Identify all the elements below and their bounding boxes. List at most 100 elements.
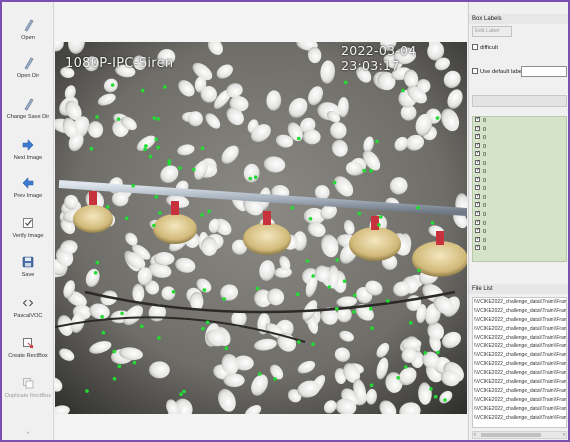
annotation-point[interactable] xyxy=(386,299,390,303)
label-visible-checkbox[interactable] xyxy=(475,218,480,226)
next-image-button[interactable]: Next Image xyxy=(2,138,54,174)
annotation-point[interactable] xyxy=(156,117,160,121)
annotation-point[interactable] xyxy=(311,342,315,347)
annotation-point[interactable] xyxy=(377,223,381,227)
annotation-point[interactable] xyxy=(171,290,176,294)
change-save-dir-button[interactable]: Change Save Dir xyxy=(2,97,54,133)
image-canvas[interactable]: 1080P-IPC-Siren 2022-03-04 23:03:17 xyxy=(55,42,467,414)
label-list-item[interactable]: 0 xyxy=(473,124,566,135)
file-list-item[interactable]: \\VCIKE2022_challenge_data\\Train\\Frame… xyxy=(473,360,566,369)
prev-image-button[interactable]: Prev Image xyxy=(2,176,54,212)
annotation-point[interactable] xyxy=(343,80,348,85)
annotation-point[interactable] xyxy=(120,311,124,316)
use-default-label-checkbox[interactable] xyxy=(472,68,478,74)
annotation-point[interactable] xyxy=(95,115,99,119)
annotation-point[interactable] xyxy=(200,146,205,151)
difficult-checkbox-row[interactable]: difficult xyxy=(472,43,498,53)
label-visible-checkbox[interactable] xyxy=(475,124,480,132)
annotation-point[interactable] xyxy=(201,326,205,331)
label-list-item[interactable]: 0 xyxy=(473,209,566,220)
annotation-point[interactable] xyxy=(430,221,435,225)
annotation-point[interactable] xyxy=(327,285,332,289)
annotation-point[interactable] xyxy=(370,326,374,331)
open-button[interactable]: Open xyxy=(2,18,54,54)
label-list-item[interactable]: 0 xyxy=(473,183,566,194)
annotation-point[interactable] xyxy=(248,176,252,181)
label-list-item[interactable]: 0 xyxy=(473,117,566,126)
label-visible-checkbox[interactable] xyxy=(475,243,480,252)
label-visible-checkbox[interactable] xyxy=(475,183,480,192)
annotation-point[interactable] xyxy=(433,394,438,399)
label-list[interactable]: 0000000000000000 xyxy=(472,116,567,262)
annotation-point[interactable] xyxy=(408,321,413,325)
annotation-point[interactable] xyxy=(116,117,121,121)
annotation-point[interactable] xyxy=(101,330,106,335)
file-list-item[interactable]: \\VCIKE2022_challenge_data\\Train\\Frame… xyxy=(473,316,566,325)
label-list-item[interactable]: 0 xyxy=(473,200,566,211)
label-visible-checkbox[interactable] xyxy=(475,192,480,200)
label-list-item[interactable]: 0 xyxy=(473,166,566,177)
annotation-point[interactable] xyxy=(369,306,373,311)
annotation-point[interactable] xyxy=(369,383,374,388)
annotation-point[interactable] xyxy=(192,167,196,172)
annotation-point[interactable] xyxy=(258,372,262,376)
open-dir-button[interactable]: Open Dir xyxy=(2,56,54,92)
annotation-point[interactable] xyxy=(401,88,405,93)
annotation-point[interactable] xyxy=(335,258,340,262)
create-rectbox-button[interactable]: Create RectBox xyxy=(2,336,54,372)
label-filter-combo[interactable] xyxy=(472,95,567,107)
save-button[interactable]: Save xyxy=(2,255,54,291)
annotation-point[interactable] xyxy=(435,116,440,120)
label-list-item[interactable]: 0 xyxy=(473,218,566,229)
annotation-point[interactable] xyxy=(362,168,367,173)
annotation-point[interactable] xyxy=(154,137,158,142)
label-visible-checkbox[interactable] xyxy=(475,117,480,124)
annotation-point[interactable] xyxy=(163,85,167,89)
default-label-input[interactable] xyxy=(521,66,567,77)
label-list-item[interactable]: 0 xyxy=(473,175,566,186)
annotation-point[interactable] xyxy=(117,364,122,369)
annotation-point[interactable] xyxy=(273,377,277,381)
annotation-point[interactable] xyxy=(375,139,379,144)
annotation-point[interactable] xyxy=(158,211,162,215)
scroll-right-icon[interactable]: › xyxy=(563,431,565,439)
annotation-point[interactable] xyxy=(105,205,110,209)
verify-image-button[interactable]: Verify Image xyxy=(2,216,54,252)
format-toggle-button[interactable]: PascalVOC xyxy=(2,296,54,332)
file-list-item[interactable]: \\VCIKE2022_challenge_data\\Train\\Frame… xyxy=(473,351,566,360)
annotation-point[interactable] xyxy=(308,217,313,221)
annotation-point[interactable] xyxy=(131,184,135,188)
file-list-item[interactable]: \\VCIKE2022_challenge_data\\Train\\Frame… xyxy=(473,307,566,316)
label-list-item[interactable]: 0 xyxy=(473,192,566,203)
label-visible-checkbox[interactable] xyxy=(475,209,480,218)
annotation-point[interactable] xyxy=(140,324,144,329)
annotation-point[interactable] xyxy=(178,166,182,170)
annotation-point[interactable] xyxy=(396,376,401,380)
scroll-thumb[interactable] xyxy=(481,433,541,437)
file-list-item[interactable]: \\VCIKE2022_challenge_data\\Train\\Frame… xyxy=(473,378,566,387)
annotation-point[interactable] xyxy=(311,274,316,278)
annotation-point[interactable] xyxy=(290,206,295,210)
label-list-item[interactable]: 0 xyxy=(473,141,566,152)
annotation-point[interactable] xyxy=(417,268,421,273)
annotation-point[interactable] xyxy=(357,211,362,216)
annotation-point[interactable] xyxy=(443,398,447,402)
label-list-item[interactable]: 0 xyxy=(473,243,566,254)
annotation-point[interactable] xyxy=(205,320,210,325)
annotation-point[interactable] xyxy=(429,387,433,391)
annotation-point[interactable] xyxy=(112,376,117,381)
file-list-item[interactable]: \\VCIKE2022_challenge_data\\Train\\Frame… xyxy=(473,369,566,378)
annotation-point[interactable] xyxy=(305,259,310,263)
difficult-checkbox[interactable] xyxy=(472,44,478,50)
annotation-point[interactable] xyxy=(140,88,145,93)
annotation-point[interactable] xyxy=(156,145,160,150)
annotation-point[interactable] xyxy=(342,279,347,283)
edit-label-button[interactable]: Edit Label xyxy=(472,26,512,37)
annotation-point[interactable] xyxy=(148,154,153,159)
file-list-item[interactable]: \\VCIKE2022_challenge_data\\Train\\Frame… xyxy=(473,387,566,396)
annotation-point[interactable] xyxy=(200,213,204,217)
annotation-point[interactable] xyxy=(93,271,98,275)
annotation-point[interactable] xyxy=(297,136,301,141)
annotation-point[interactable] xyxy=(144,144,148,148)
annotation-point[interactable] xyxy=(369,169,373,173)
